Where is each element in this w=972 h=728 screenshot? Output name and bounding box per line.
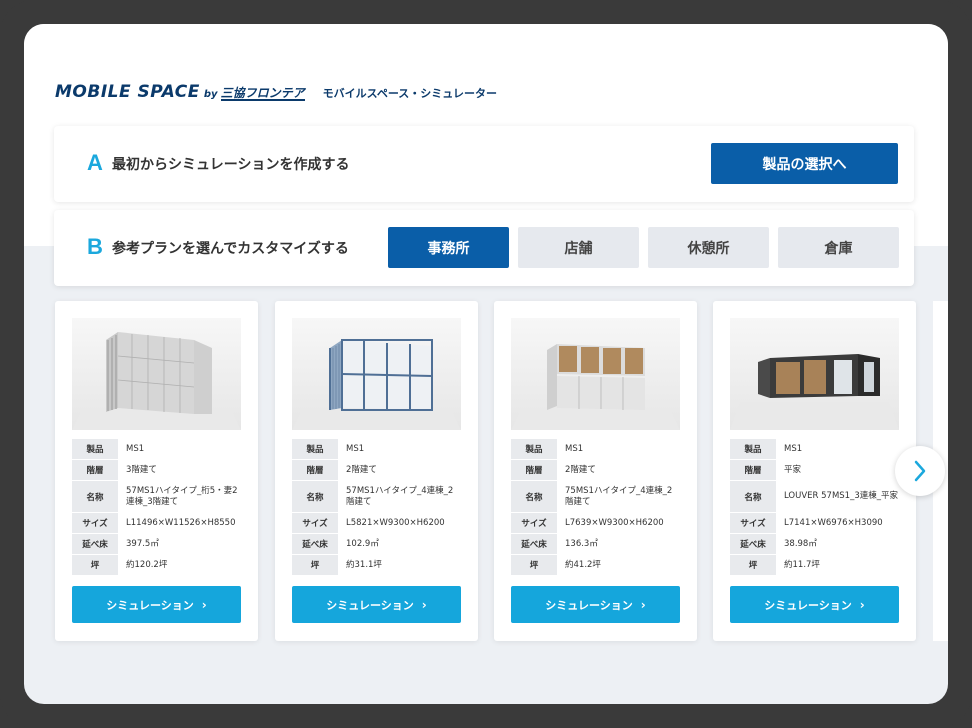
spec-label: 名称 (292, 481, 338, 512)
chevron-right-icon: › (640, 597, 646, 612)
spec-product: MS1 (565, 443, 584, 454)
spec-table: 製品 MS1 階層 3階建て 名称 57MS1ハイタイプ_桁5・妻2連棟_3階建て サ… (72, 438, 241, 576)
spec-label: 坪 (72, 555, 118, 575)
spec-label: 階層 (292, 460, 338, 480)
plan-card: 製品 MS1 階層 平家 名称 LOUVER 57MS1_3連棟_平家 サイズ L714… (713, 301, 916, 641)
spec-floors: 2階建て (346, 464, 377, 475)
spec-label: サイズ (511, 513, 557, 533)
section-a-text: 最初からシミュレーションを作成する (112, 157, 350, 173)
spec-floor-area: 136.3㎡ (565, 538, 598, 549)
chevron-right-icon (914, 460, 926, 482)
spec-tsubo: 約31.1坪 (346, 559, 382, 570)
chevron-right-icon: › (421, 597, 427, 612)
plan-card: 製品 MS1 階層 2階建て 名称 57MS1ハイタイプ_4連棟_2階建て サイズ L5… (275, 301, 478, 641)
plan-tabs: 事務所 店舗 休憩所 倉庫 (388, 227, 908, 268)
simulation-button[interactable]: シミュレーション › (511, 586, 680, 623)
simulation-button-label: シミュレーション (106, 598, 194, 612)
spec-label: 延べ床 (730, 534, 776, 554)
spec-label: 坪 (292, 555, 338, 575)
spec-floor-area: 38.98㎡ (784, 538, 817, 549)
spec-name: 57MS1ハイタイプ_4連棟_2階建て (346, 485, 454, 507)
simulation-button-label: シミュレーション (326, 598, 414, 612)
spec-name: 57MS1ハイタイプ_桁5・妻2連棟_3階建て (126, 485, 238, 507)
spec-table: 製品 MS1 階層 2階建て 名称 75MS1ハイタイプ_4連棟_2階建て サイズ L7… (511, 438, 680, 576)
spec-tsubo: 約41.2坪 (565, 559, 601, 570)
spec-label: 階層 (72, 460, 118, 480)
select-product-button[interactable]: 製品の選択へ (711, 143, 898, 184)
spec-label: 延べ床 (292, 534, 338, 554)
device-bezel: MOBILE SPACE by 三協フロンテア モバイルスペース・シミュレーター… (0, 0, 972, 728)
spec-label: 延べ床 (511, 534, 557, 554)
spec-label: 名称 (72, 481, 118, 512)
carousel-next-button[interactable] (895, 446, 945, 496)
spec-label: サイズ (292, 513, 338, 533)
spec-floor-area: 102.9㎡ (346, 538, 379, 549)
plan-image (72, 318, 241, 430)
spec-size: L7639×W9300×H6200 (565, 517, 664, 528)
spec-label: 名称 (730, 481, 776, 512)
simulation-button[interactable]: シミュレーション › (72, 586, 241, 623)
tab-warehouse[interactable]: 倉庫 (778, 227, 899, 268)
spec-name: LOUVER 57MS1_3連棟_平家 (784, 491, 898, 501)
spec-tsubo: 約120.2坪 (126, 559, 168, 570)
simulation-button[interactable]: シミュレーション › (730, 586, 899, 623)
spec-product: MS1 (346, 443, 365, 454)
spec-label: 階層 (730, 460, 776, 480)
spec-label: 製品 (72, 439, 118, 459)
spec-floors: 平家 (784, 464, 802, 475)
spec-table: 製品 MS1 階層 2階建て 名称 57MS1ハイタイプ_4連棟_2階建て サイズ L5… (292, 438, 461, 576)
plan-image (511, 318, 680, 430)
screen: MOBILE SPACE by 三協フロンテア モバイルスペース・シミュレーター… (24, 24, 948, 704)
spec-label: サイズ (72, 513, 118, 533)
plan-image (730, 318, 899, 430)
spec-name: 75MS1ハイタイプ_4連棟_2階建て (565, 485, 673, 507)
section-b-panel: B 参考プランを選んでカスタマイズする 事務所 店舗 休憩所 倉庫 (54, 210, 914, 286)
logo-main: MOBILE SPACE (55, 82, 200, 102)
logo: MOBILE SPACE by 三協フロンテア モバイルスペース・シミュレーター (55, 82, 497, 102)
spec-floor-area: 397.5㎡ (126, 538, 159, 549)
spec-tsubo: 約11.7坪 (784, 559, 820, 570)
spec-label: サイズ (730, 513, 776, 533)
app-subtitle: モバイルスペース・シミュレーター (322, 87, 498, 100)
spec-label: 坪 (511, 555, 557, 575)
spec-label: 製品 (730, 439, 776, 459)
tab-rest-area[interactable]: 休憩所 (648, 227, 769, 268)
section-a-panel: A 最初からシミュレーションを作成する 製品の選択へ (54, 126, 914, 202)
spec-product: MS1 (784, 443, 803, 454)
section-b-letter: B (87, 234, 103, 259)
spec-label: 階層 (511, 460, 557, 480)
spec-size: L11496×W11526×H8550 (126, 517, 236, 528)
tab-office[interactable]: 事務所 (388, 227, 509, 268)
spec-label: 製品 (511, 439, 557, 459)
spec-label: 製品 (292, 439, 338, 459)
chevron-right-icon: › (201, 597, 207, 612)
spec-product: MS1 (126, 443, 145, 454)
spec-size: L7141×W6976×H3090 (784, 517, 883, 528)
spec-floors: 2階建て (565, 464, 596, 475)
chevron-right-icon: › (859, 597, 865, 612)
simulation-button[interactable]: シミュレーション › (292, 586, 461, 623)
logo-by: by (203, 89, 218, 100)
simulation-button-label: シミュレーション (764, 598, 852, 612)
spec-floors: 3階建て (126, 464, 157, 475)
simulation-button-label: シミュレーション (545, 598, 633, 612)
section-a-letter: A (87, 150, 103, 175)
section-b-text: 参考プランを選んでカスタマイズする (112, 241, 349, 257)
spec-label: 延べ床 (72, 534, 118, 554)
tab-store[interactable]: 店舗 (518, 227, 639, 268)
logo-brand: 三協フロンテア (220, 86, 305, 101)
spec-table: 製品 MS1 階層 平家 名称 LOUVER 57MS1_3連棟_平家 サイズ L714… (730, 438, 899, 576)
plan-card: 製品 MS1 階層 3階建て 名称 57MS1ハイタイプ_桁5・妻2連棟_3階建て サ… (55, 301, 258, 641)
spec-label: 名称 (511, 481, 557, 512)
plan-card: 製品 MS1 階層 2階建て 名称 75MS1ハイタイプ_4連棟_2階建て サイズ L7… (494, 301, 697, 641)
spec-size: L5821×W9300×H6200 (346, 517, 445, 528)
plan-image (292, 318, 461, 430)
spec-label: 坪 (730, 555, 776, 575)
